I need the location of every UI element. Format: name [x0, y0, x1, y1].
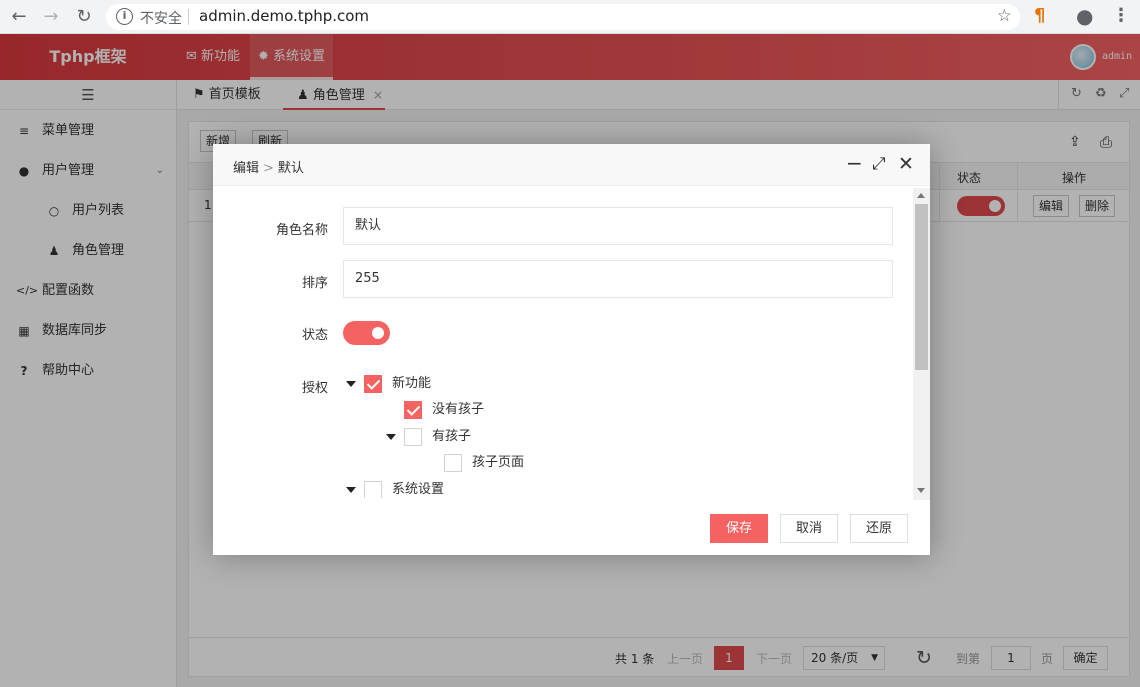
browser-toolbar: ← → ↻ i 不安全 admin.demo.tphp.com ☆ ¶ ● ⋮	[0, 0, 1140, 34]
cancel-button[interactable]: 取消	[780, 514, 839, 543]
reset-button[interactable]: 还原	[850, 514, 909, 543]
dialog-body: 角色名称 默认 排序 255 状态 授权 新功能 没有孩子 有孩子 孩子页面 系…	[213, 186, 930, 498]
tree-node-label: 孩子页面	[472, 455, 525, 470]
insecure-label: 不安全	[140, 11, 182, 27]
reload-icon[interactable]: ↻	[73, 6, 95, 28]
status-switch[interactable]	[343, 321, 390, 345]
back-icon[interactable]: ←	[8, 6, 30, 28]
forward-icon[interactable]: →	[40, 6, 62, 28]
address-separator	[188, 9, 189, 25]
maximize-icon[interactable]: ⤢	[872, 154, 886, 174]
tree-expand-icon[interactable]	[386, 434, 396, 440]
minimize-icon[interactable]: −	[846, 153, 863, 173]
tree-expand-icon[interactable]	[346, 381, 356, 387]
sort-input[interactable]: 255	[343, 260, 893, 298]
save-button[interactable]: 保存	[710, 514, 769, 543]
dialog-scrollbar[interactable]	[913, 188, 930, 500]
tree-checkbox[interactable]	[444, 454, 462, 472]
scroll-up-icon[interactable]	[917, 193, 925, 198]
tree-node-label: 系统设置	[392, 482, 445, 497]
breadcrumb-current: 默认	[277, 161, 304, 176]
edit-role-dialog: 编辑 > 默认 − ⤢ ✕ 角色名称 默认 排序 255 状态 授权 新功能 没有孩…	[213, 144, 930, 555]
tree-node-label: 新功能	[392, 376, 432, 391]
tree-checkbox[interactable]	[364, 375, 382, 393]
tree-node-label: 有孩子	[432, 429, 472, 444]
tree-checkbox[interactable]	[364, 481, 382, 498]
tree-expand-icon[interactable]	[346, 487, 356, 493]
sort-label: 排序	[301, 276, 328, 291]
scrollbar-thumb[interactable]	[915, 204, 928, 370]
dialog-breadcrumb: 编辑 > 默认	[233, 157, 304, 176]
url-text[interactable]: admin.demo.tphp.com	[199, 7, 369, 25]
profile-icon[interactable]: ●	[1076, 5, 1093, 27]
role-name-label: 角色名称	[275, 223, 328, 238]
browser-menu-icon[interactable]: ⋮	[1112, 5, 1130, 27]
info-icon[interactable]: i	[116, 8, 133, 25]
tree-node-label: 没有孩子	[432, 402, 485, 417]
role-name-input[interactable]: 默认	[343, 207, 893, 245]
tree-checkbox[interactable]	[404, 428, 422, 446]
authorization-label: 授权	[301, 381, 328, 396]
scroll-down-icon[interactable]	[917, 488, 925, 493]
tree-checkbox[interactable]	[404, 401, 422, 419]
breadcrumb-separator: >	[263, 161, 274, 176]
close-icon[interactable]: ✕	[898, 154, 914, 174]
bookmark-star-icon[interactable]: ☆	[997, 6, 1012, 26]
address-bar[interactable]: i 不安全 admin.demo.tphp.com ☆	[106, 4, 1020, 30]
breadcrumb-parent: 编辑	[233, 161, 260, 176]
extension-icon[interactable]: ¶	[1034, 5, 1045, 27]
dialog-header: 编辑 > 默认 − ⤢ ✕	[213, 144, 930, 186]
status-label: 状态	[301, 328, 328, 343]
